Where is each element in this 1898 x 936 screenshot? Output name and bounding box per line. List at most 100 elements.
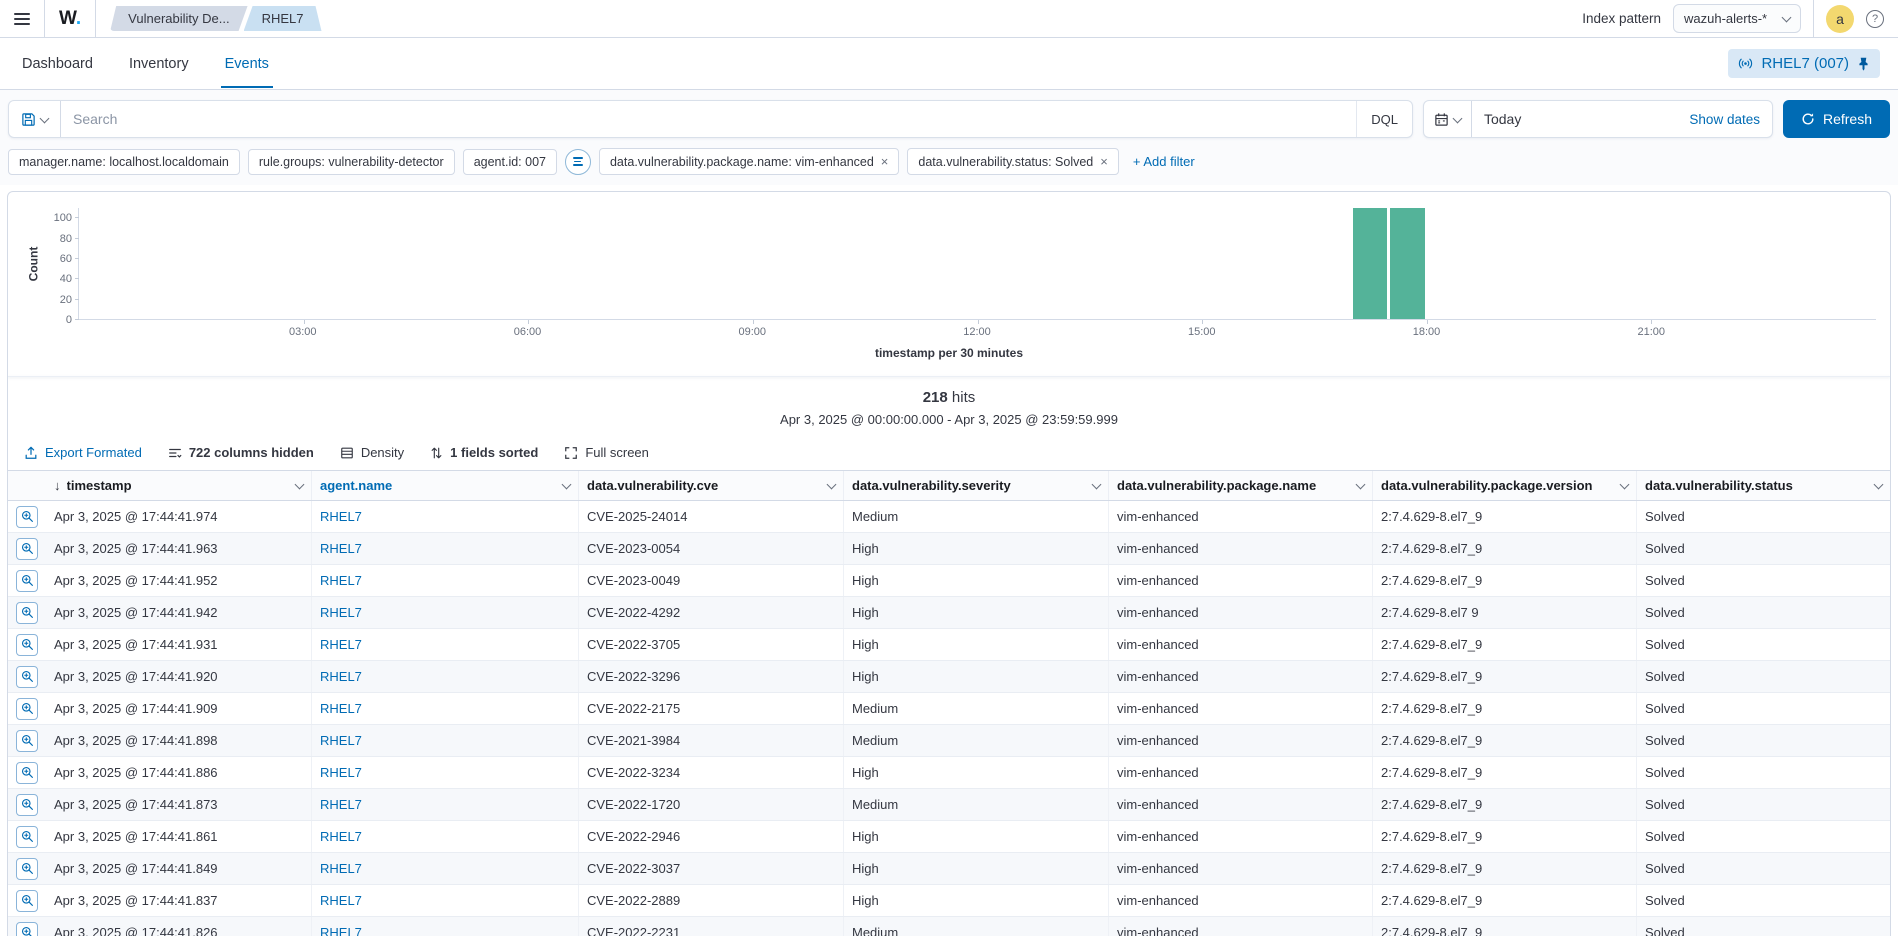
agent-name-link[interactable]: RHEL7 <box>312 597 579 628</box>
expand-cell <box>8 629 46 660</box>
severity-cell: High <box>844 853 1109 884</box>
inspect-document-button[interactable] <box>16 602 38 624</box>
wazuh-logo[interactable]: W. <box>45 0 96 37</box>
column-header-package-version[interactable]: data.vulnerability.package.version <box>1373 471 1637 500</box>
search-input[interactable] <box>61 111 1356 127</box>
inspect-document-button[interactable] <box>16 666 38 688</box>
query-language-button[interactable]: DQL <box>1356 101 1412 137</box>
magnify-plus-icon <box>21 926 34 936</box>
column-header-status[interactable]: data.vulnerability.status <box>1637 471 1890 500</box>
tab-dashboard[interactable]: Dashboard <box>18 40 97 88</box>
filter-pill-rule-groups[interactable]: rule.groups: vulnerability-detector <box>248 149 455 175</box>
magnify-plus-icon <box>21 542 34 555</box>
column-header-timestamp[interactable]: ↓ timestamp <box>46 471 312 500</box>
help-icon[interactable]: ? <box>1866 10 1884 28</box>
package-version-cell: 2:7.4.629-8.el7_9 <box>1373 533 1637 564</box>
package-version-cell: 2:7.4.629-8.el7_9 <box>1373 789 1637 820</box>
histogram-bar-17:30[interactable] <box>1390 208 1424 319</box>
package-version-cell: 2:7.4.629-8.el7_9 <box>1373 661 1637 692</box>
refresh-button[interactable]: Refresh <box>1783 100 1890 138</box>
agent-name-link[interactable]: RHEL7 <box>312 853 579 884</box>
column-header-cve[interactable]: data.vulnerability.cve <box>579 471 844 500</box>
inspect-document-button[interactable] <box>16 890 38 912</box>
inspect-document-button[interactable] <box>16 794 38 816</box>
remove-filter-icon[interactable]: × <box>1100 154 1108 169</box>
agent-name-link[interactable]: RHEL7 <box>312 629 579 660</box>
tab-events[interactable]: Events <box>221 40 273 88</box>
filter-pill-status[interactable]: data.vulnerability.status: Solved × <box>907 148 1118 175</box>
index-pattern-select[interactable]: wazuh-alerts-* <box>1673 4 1801 33</box>
filter-pill-manager[interactable]: manager.name: localhost.localdomain <box>8 149 240 175</box>
column-menu-chevron[interactable] <box>1356 479 1366 489</box>
agent-name-link[interactable]: RHEL7 <box>312 725 579 756</box>
tab-inventory[interactable]: Inventory <box>125 40 193 88</box>
severity-cell: High <box>844 661 1109 692</box>
y-tick-mark <box>75 217 79 218</box>
remove-filter-icon[interactable]: × <box>881 154 889 169</box>
saved-queries-button[interactable] <box>9 101 61 137</box>
date-range-value[interactable]: Today <box>1472 111 1689 127</box>
table-row: Apr 3, 2025 @ 17:44:41.826 RHEL7 CVE-202… <box>8 917 1890 936</box>
show-dates-button[interactable]: Show dates <box>1689 112 1772 127</box>
agent-name-link[interactable]: RHEL7 <box>312 693 579 724</box>
hamburger-icon[interactable] <box>14 13 30 25</box>
agent-name-link[interactable]: RHEL7 <box>312 917 579 936</box>
export-icon <box>24 446 38 460</box>
inspect-document-button[interactable] <box>16 730 38 752</box>
column-menu-chevron[interactable] <box>1092 479 1102 489</box>
columns-hidden-button[interactable]: 722 columns hidden <box>168 445 314 460</box>
agent-name-link[interactable]: RHEL7 <box>312 501 579 532</box>
breadcrumb-module[interactable]: Vulnerability De... <box>110 6 247 31</box>
agent-badge[interactable]: RHEL7 (007) <box>1728 49 1880 78</box>
events-data-grid: ↓ timestamp agent.name data.vulnerabilit… <box>8 470 1890 936</box>
filter-pill-package-name[interactable]: data.vulnerability.package.name: vim-enh… <box>599 148 899 175</box>
inspect-document-button[interactable] <box>16 698 38 720</box>
magnify-plus-icon <box>21 606 34 619</box>
inspect-document-button[interactable] <box>16 506 38 528</box>
cve-cell: CVE-2022-2946 <box>579 821 844 852</box>
agent-name-link[interactable]: RHEL7 <box>312 565 579 596</box>
agent-name-link[interactable]: RHEL7 <box>312 661 579 692</box>
inspect-document-button[interactable] <box>16 570 38 592</box>
user-avatar[interactable]: a <box>1826 5 1854 33</box>
column-header-severity[interactable]: data.vulnerability.severity <box>844 471 1109 500</box>
column-menu-chevron[interactable] <box>827 479 837 489</box>
column-header-agent-name[interactable]: agent.name <box>312 471 579 500</box>
date-quick-select-button[interactable] <box>1424 101 1472 137</box>
inspect-document-button[interactable] <box>16 826 38 848</box>
magnify-plus-icon <box>21 670 34 683</box>
cve-cell: CVE-2022-4292 <box>579 597 844 628</box>
inspect-document-button[interactable] <box>16 762 38 784</box>
column-menu-chevron[interactable] <box>1874 479 1884 489</box>
menu-toggle[interactable] <box>0 0 45 37</box>
inspect-document-button[interactable] <box>16 858 38 880</box>
y-tick-label: 0 <box>66 314 72 326</box>
column-menu-chevron[interactable] <box>562 479 572 489</box>
pinned-filters-icon[interactable] <box>565 149 591 175</box>
module-tabs: Dashboard Inventory Events RHEL7 (007) <box>0 38 1898 90</box>
agent-name-link[interactable]: RHEL7 <box>312 885 579 916</box>
export-button[interactable]: Export Formated <box>24 445 142 460</box>
inspect-document-button[interactable] <box>16 538 38 560</box>
inspect-document-button[interactable] <box>16 634 38 656</box>
fullscreen-button[interactable]: Full screen <box>564 445 649 460</box>
magnify-plus-icon <box>21 734 34 747</box>
agent-name-link[interactable]: RHEL7 <box>312 757 579 788</box>
agent-name-link[interactable]: RHEL7 <box>312 821 579 852</box>
agent-name-link[interactable]: RHEL7 <box>312 789 579 820</box>
column-menu-chevron[interactable] <box>1620 479 1630 489</box>
inspect-document-button[interactable] <box>16 922 38 936</box>
table-row: Apr 3, 2025 @ 17:44:41.963 RHEL7 CVE-202… <box>8 533 1890 565</box>
cve-cell: CVE-2021-3984 <box>579 725 844 756</box>
breadcrumb-agent[interactable]: RHEL7 <box>244 6 322 31</box>
table-row: Apr 3, 2025 @ 17:44:41.942 RHEL7 CVE-202… <box>8 597 1890 629</box>
column-menu-chevron[interactable] <box>295 479 305 489</box>
fields-sorted-button[interactable]: 1 fields sorted <box>430 445 538 460</box>
column-header-package-name[interactable]: data.vulnerability.package.name <box>1109 471 1373 500</box>
agent-name-link[interactable]: RHEL7 <box>312 533 579 564</box>
add-filter-button[interactable]: + Add filter <box>1133 154 1195 169</box>
pin-icon[interactable] <box>1857 57 1870 71</box>
density-button[interactable]: Density <box>340 445 404 460</box>
filter-pill-agent-id[interactable]: agent.id: 007 <box>463 149 557 175</box>
histogram-bar-17:00[interactable] <box>1353 208 1387 319</box>
